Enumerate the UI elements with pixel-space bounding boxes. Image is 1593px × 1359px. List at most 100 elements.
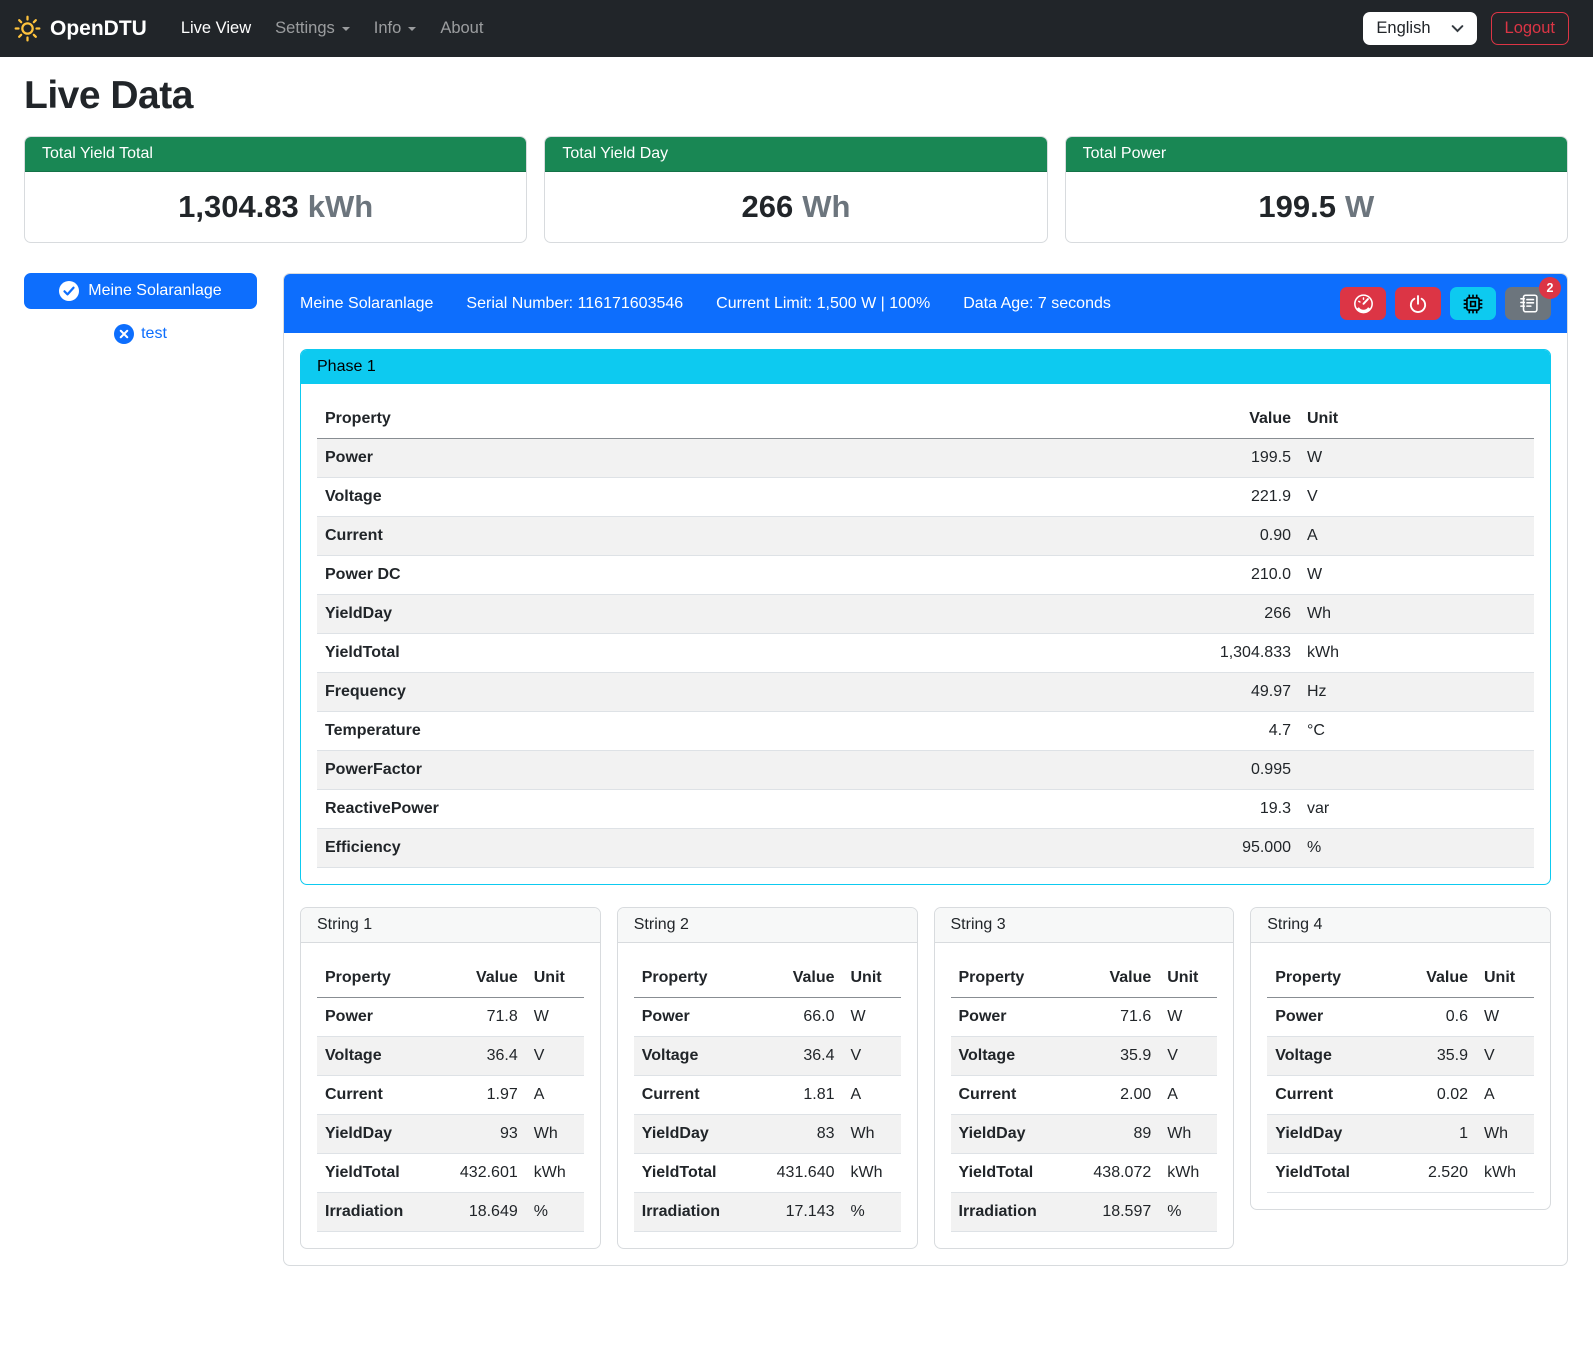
language-select[interactable]: English [1363,12,1476,45]
inverter-name: Meine Solaranlage [300,295,433,313]
value-cell: 49.97 [1169,673,1299,712]
power-icon [1408,294,1428,314]
value-cell: 71.8 [434,998,526,1037]
inverter-name-label: test [141,325,167,343]
inverter-button-test[interactable]: test [24,324,257,344]
value-cell: 0.90 [1169,517,1299,556]
value-unit: kWh [308,189,373,224]
unit-cell: var [1299,790,1534,829]
value-cell: 438.072 [1067,1154,1159,1193]
unit-cell: °C [1299,712,1534,751]
table-row: Power DC210.0W [317,556,1534,595]
table-row: YieldTotal431.640kWh [634,1154,901,1193]
unit-cell: Wh [1299,595,1534,634]
property-cell: Current [1267,1076,1384,1115]
limit-settings-button[interactable] [1340,287,1386,320]
device-info-button[interactable] [1450,287,1496,320]
unit-cell: Wh [843,1115,901,1154]
value-cell: 71.6 [1067,998,1159,1037]
phase-1-card: Phase 1 Property Value Unit P [300,349,1551,885]
card-title: Total Yield Day [545,137,1046,172]
inverter-button-meine-solaranlage[interactable]: Meine Solaranlage [24,273,257,309]
nav-item-info[interactable]: Info [362,11,429,46]
table-row: Voltage35.9V [951,1037,1218,1076]
unit-cell: W [1476,998,1534,1037]
table-row: Irradiation17.143% [634,1193,901,1232]
string-1-table: Property Value Unit Power71.8WVoltage36.… [317,959,584,1232]
string-4-card: String 4 Property Value Unit Power0.6WVo… [1250,907,1551,1210]
power-settings-button[interactable] [1395,287,1441,320]
chevron-down-icon [342,27,350,35]
table-row: ReactivePower19.3var [317,790,1534,829]
unit-cell: kWh [1476,1154,1534,1193]
unit-cell: Wh [526,1115,584,1154]
unit-cell: A [843,1076,901,1115]
unit-cell: A [1299,517,1534,556]
property-cell: Power [317,998,434,1037]
property-cell: ReactivePower [317,790,1169,829]
unit-cell: % [843,1193,901,1232]
property-cell: Irradiation [634,1193,751,1232]
app-brand[interactable]: OpenDTU [14,15,147,42]
table-row: YieldTotal1,304.833kWh [317,634,1534,673]
event-count-badge: 2 [1539,277,1561,299]
property-cell: Power [951,998,1068,1037]
serial-number: Serial Number: 116171603546 [466,295,683,313]
table-row: Power71.6W [951,998,1218,1037]
x-circle-icon [114,324,134,344]
unit-cell: W [1159,998,1217,1037]
inverter-card-body: Phase 1 Property Value Unit P [284,333,1567,1265]
unit-cell: V [1159,1037,1217,1076]
phase-title: Phase 1 [301,350,1550,384]
property-cell: Current [317,517,1169,556]
value-cell: 1 [1384,1115,1476,1154]
logout-button[interactable]: Logout [1491,12,1569,45]
phase-table: Property Value Unit Power199.5WVoltage22… [317,400,1534,868]
unit-cell: V [1476,1037,1534,1076]
value-cell: 19.3 [1169,790,1299,829]
table-row: YieldDay266Wh [317,595,1534,634]
unit-cell: V [526,1037,584,1076]
nav-item-live-view[interactable]: Live View [169,11,263,46]
current-limit: Current Limit: 1,500 W | 100% [716,295,930,313]
table-row: Current0.90A [317,517,1534,556]
value-cell: 35.9 [1384,1037,1476,1076]
event-log-button[interactable]: 2 [1505,287,1551,320]
value-cell: 266 [1169,595,1299,634]
value-cell: 89 [1067,1115,1159,1154]
string-2-card: String 2 Property Value Unit Power66.0WV… [617,907,918,1249]
property-cell: Voltage [317,478,1169,517]
value-cell: 432.601 [434,1154,526,1193]
check-circle-icon [59,281,79,301]
property-cell: YieldTotal [1267,1154,1384,1193]
property-cell: YieldDay [317,595,1169,634]
top-navbar: OpenDTU Live View Settings Info About En… [0,0,1593,57]
table-row: YieldDay89Wh [951,1115,1218,1154]
data-age: Data Age: 7 seconds [963,295,1111,313]
value-header: Value [1169,400,1299,439]
property-header: Property [1267,959,1384,998]
unit-header: Unit [1299,400,1534,439]
string-title: String 3 [935,908,1234,943]
value-cell: 95.000 [1169,829,1299,868]
property-cell: Voltage [951,1037,1068,1076]
value-cell: 2.00 [1067,1076,1159,1115]
property-header: Property [634,959,751,998]
value-cell: 0.6 [1384,998,1476,1037]
table-row: Voltage36.4V [317,1037,584,1076]
table-row: Voltage36.4V [634,1037,901,1076]
brand-name: OpenDTU [50,17,147,41]
property-cell: Current [317,1076,434,1115]
property-cell: YieldTotal [634,1154,751,1193]
table-row: PowerFactor0.995 [317,751,1534,790]
nav-item-settings[interactable]: Settings [263,11,362,46]
nav-item-about[interactable]: About [428,11,495,46]
property-cell: Temperature [317,712,1169,751]
property-cell: Current [951,1076,1068,1115]
table-row: Power199.5W [317,439,1534,478]
card-value: 1,304.83kWh [25,172,526,242]
card-value: 266Wh [545,172,1046,242]
chevron-down-icon [408,27,416,35]
value-unit: W [1345,189,1374,224]
property-header: Property [951,959,1068,998]
